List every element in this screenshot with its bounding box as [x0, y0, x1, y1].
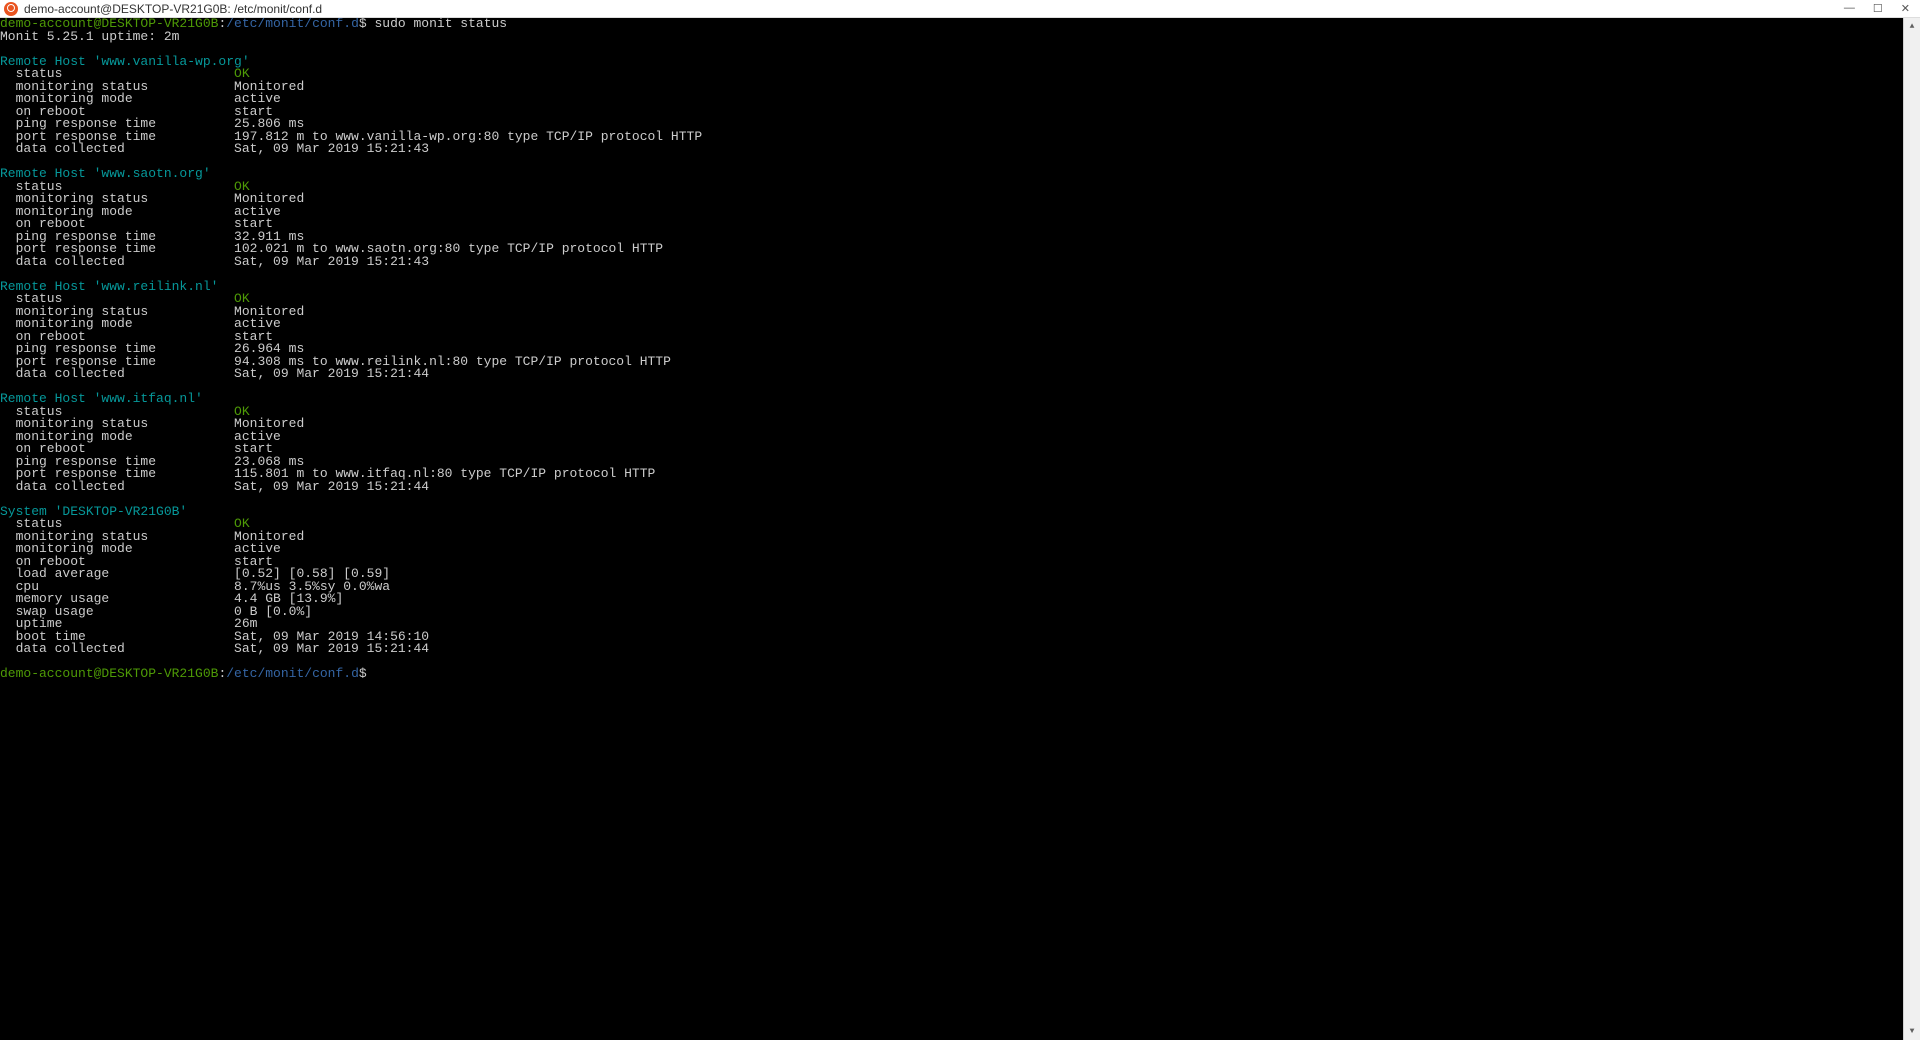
terminal-output[interactable]: demo-account@DESKTOP-VR21G0B:/etc/monit/… — [0, 18, 1903, 1040]
window-title: demo-account@DESKTOP-VR21G0B: /etc/monit… — [24, 2, 1844, 16]
scroll-up-button[interactable]: ▲ — [1904, 18, 1920, 35]
minimize-button[interactable]: — — [1844, 2, 1855, 15]
maximize-button[interactable]: ☐ — [1873, 2, 1883, 15]
close-button[interactable]: ✕ — [1901, 2, 1910, 15]
ubuntu-icon — [4, 2, 18, 16]
scroll-down-button[interactable]: ▼ — [1904, 1023, 1920, 1040]
window-controls: — ☐ ✕ — [1844, 2, 1920, 15]
scrollbar[interactable]: ▲ ▼ — [1903, 18, 1920, 1040]
window-titlebar: demo-account@DESKTOP-VR21G0B: /etc/monit… — [0, 0, 1920, 18]
